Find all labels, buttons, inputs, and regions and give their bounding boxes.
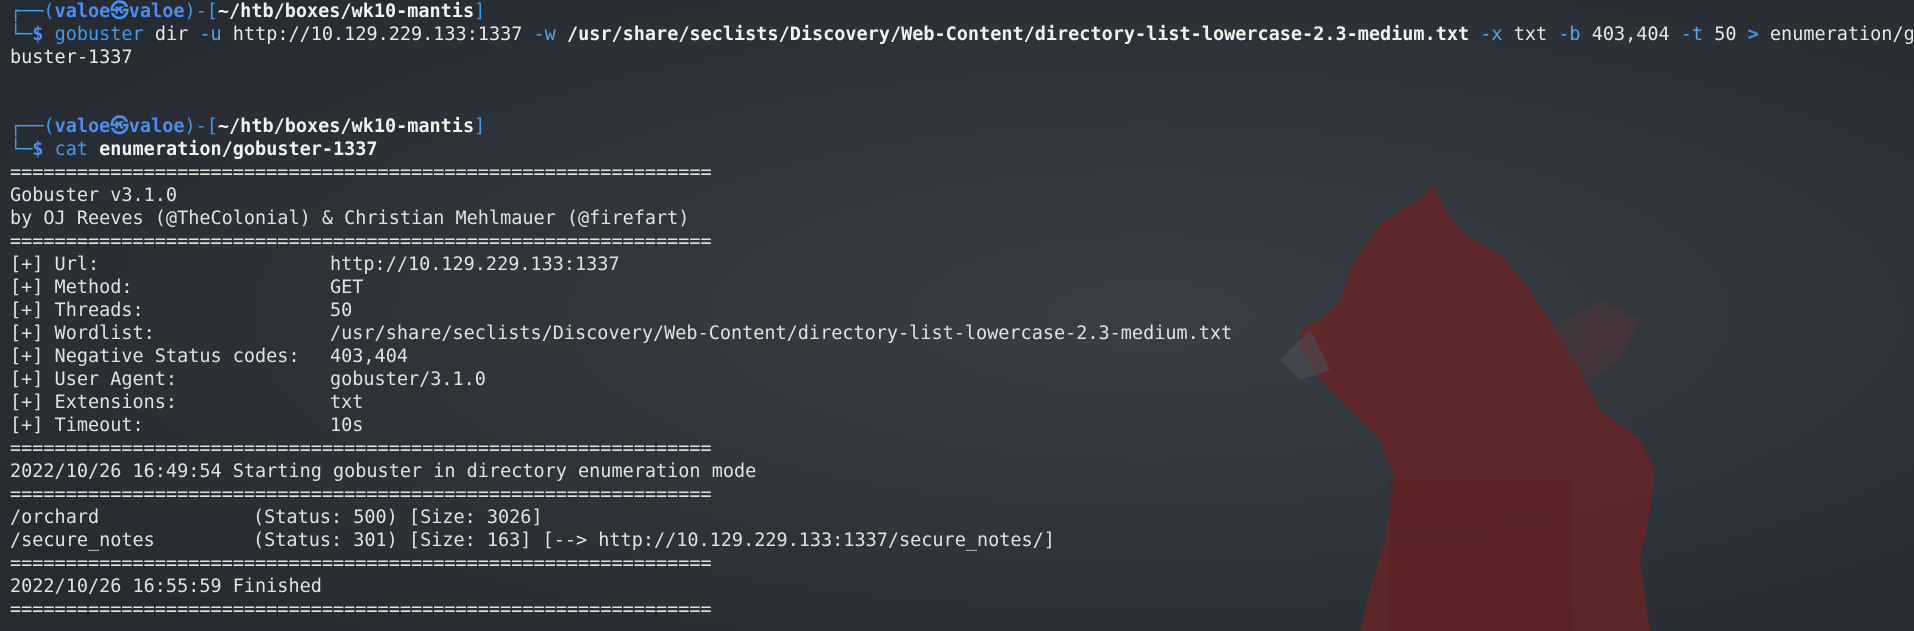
command-line-1-wrap: buster-1337 <box>10 47 133 68</box>
config-row: [+] User Agent: gobuster/3.1.0 <box>10 369 486 390</box>
command-line-2: └─$ cat enumeration/gobuster-1337 <box>10 139 378 160</box>
prompt-line-1: ┌──(valoe㉿valoe)-[~/htb/boxes/wk10-manti… <box>10 1 486 22</box>
prompt-line-2: ┌──(valoe㉿valoe)-[~/htb/boxes/wk10-manti… <box>10 116 486 137</box>
separator: ========================================… <box>10 438 712 459</box>
separator: ========================================… <box>10 162 712 183</box>
command-line-1: └─$ gobuster dir -u http://10.129.229.13… <box>10 24 1914 45</box>
config-row: [+] Negative Status codes: 403,404 <box>10 346 408 367</box>
separator: ========================================… <box>10 231 712 252</box>
config-row: [+] Timeout: 10s <box>10 415 364 436</box>
finding-row: /secure_notes (Status: 301) [Size: 163] [… <box>10 530 1055 551</box>
config-row: [+] Threads: 50 <box>10 300 353 321</box>
config-row: [+] Url: http://10.129.229.133:1337 <box>10 254 620 275</box>
start-message: 2022/10/26 16:49:54 Starting gobuster in… <box>10 461 757 482</box>
terminal[interactable]: ┌──(valoe㉿valoe)-[~/htb/boxes/wk10-manti… <box>10 0 1914 621</box>
gobuster-version: Gobuster v3.1.0 <box>10 185 178 206</box>
separator: ========================================… <box>10 599 712 620</box>
separator: ========================================… <box>10 553 712 574</box>
finding-row: /orchard (Status: 500) [Size: 3026] <box>10 507 543 528</box>
gobuster-authors: by OJ Reeves (@TheColonial) & Christian … <box>10 208 690 229</box>
config-row: [+] Method: GET <box>10 277 364 298</box>
separator: ========================================… <box>10 484 712 505</box>
config-row: [+] Wordlist:/usr/share/seclists/Discove… <box>10 323 1233 344</box>
finish-message: 2022/10/26 16:55:59 Finished <box>10 576 322 597</box>
config-row: [+] Extensions: txt <box>10 392 364 413</box>
